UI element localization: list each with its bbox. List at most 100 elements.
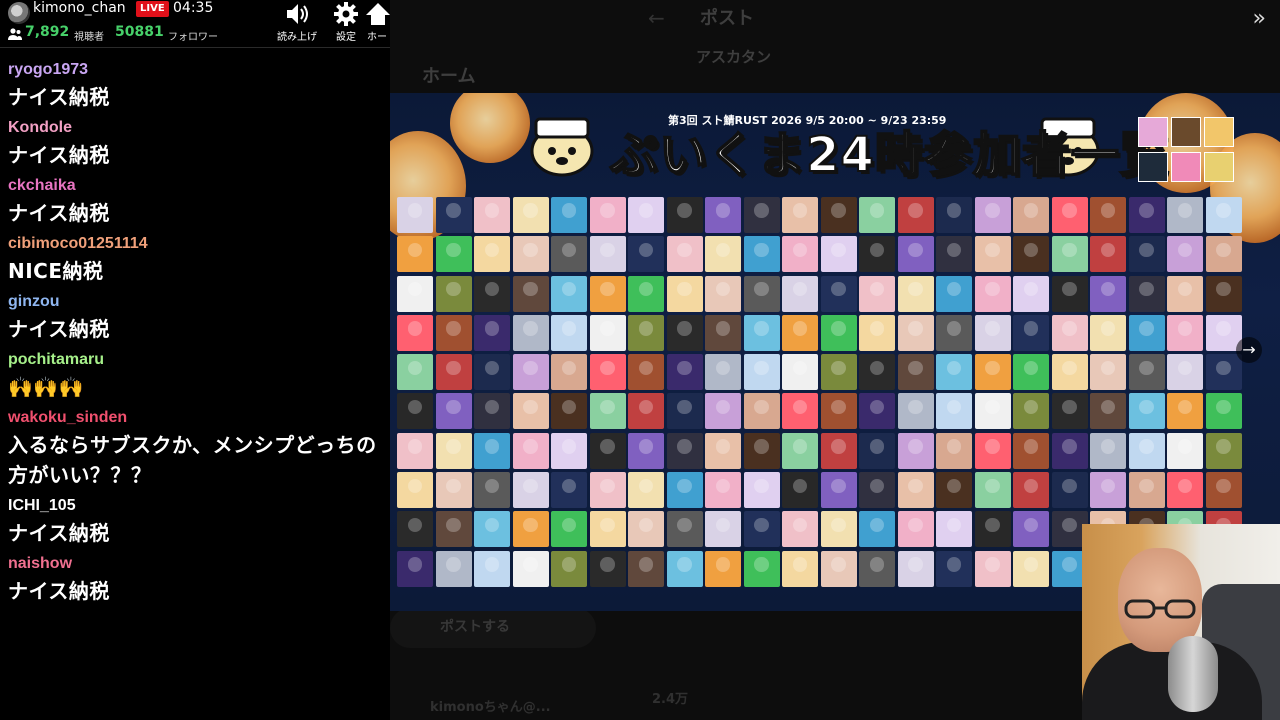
participant-avatar <box>936 432 972 469</box>
participant-avatar <box>897 197 934 233</box>
post-page-title: ポスト <box>700 8 754 29</box>
chat-username[interactable]: naishow <box>8 552 384 576</box>
participant-avatar <box>859 511 895 548</box>
participant-avatar <box>897 236 934 273</box>
participant-avatar <box>1090 275 1126 312</box>
next-image-arrow-icon[interactable]: → <box>1236 337 1262 363</box>
participant-avatar <box>974 314 1011 351</box>
chat-text: ナイス納税 <box>8 521 110 545</box>
participant-avatar <box>705 550 741 587</box>
participant-avatar <box>551 511 587 548</box>
chat-message: ginzou ナイス納税 <box>8 290 384 344</box>
participant-avatar <box>666 354 703 391</box>
participant-avatar <box>974 432 1011 469</box>
chat-header: kimono_chan LIVE 04:35 7,892 視聴者 50881 フ… <box>0 0 390 48</box>
participant-avatar <box>1090 354 1126 391</box>
webcam-overlay <box>1082 524 1280 720</box>
participant-avatar <box>782 393 818 430</box>
chat-username[interactable]: wakoku_sinden <box>8 406 384 430</box>
chat-username[interactable]: cibimoco01251114 <box>8 232 384 256</box>
participant-avatar <box>435 354 472 391</box>
participant-avatar <box>666 314 703 351</box>
participant-avatar <box>1051 393 1088 430</box>
participant-avatar <box>743 511 780 548</box>
read-aloud-label: 読み上げ <box>277 32 317 43</box>
featured-thumbnails <box>1138 117 1234 183</box>
chat-username[interactable]: Kondole <box>8 116 384 140</box>
chat-text: 入るならサブスクか、メンシプどっちの方がいい？？？ <box>8 433 377 487</box>
chat-panel: kimono_chan LIVE 04:35 7,892 視聴者 50881 フ… <box>0 0 390 720</box>
participant-avatar <box>743 236 780 273</box>
participant-avatar <box>1205 432 1242 469</box>
participant-avatar <box>474 354 510 391</box>
participant-avatar <box>1090 197 1126 233</box>
participant-avatar <box>743 550 780 587</box>
participant-avatar <box>474 550 510 587</box>
participant-avatar <box>782 432 818 469</box>
participant-avatar <box>1128 236 1165 273</box>
participant-avatar <box>1205 354 1242 391</box>
participant-avatar <box>551 550 587 587</box>
participant-avatar <box>1090 314 1126 351</box>
participant-avatar <box>936 275 972 312</box>
chat-username[interactable]: ICHI_105 <box>8 494 384 518</box>
settings-button[interactable]: 設定 <box>323 0 369 46</box>
participant-avatar <box>820 511 857 548</box>
participant-avatar <box>512 511 549 548</box>
participant-avatar <box>1013 197 1049 233</box>
chat-username[interactable]: ckchaika <box>8 174 384 198</box>
participant-avatar <box>974 354 1011 391</box>
chat-message: wakoku_sinden 入るならサブスクか、メンシプどっちの方がいい？？？ <box>8 406 384 490</box>
participant-avatar <box>1013 275 1049 312</box>
chat-username[interactable]: ginzou <box>8 290 384 314</box>
participant-avatar <box>1013 472 1049 509</box>
participant-avatar <box>628 314 664 351</box>
participant-avatar <box>1051 314 1088 351</box>
participant-avatar <box>859 197 895 233</box>
participant-avatar <box>1128 472 1165 509</box>
participant-avatar <box>897 314 934 351</box>
chat-message: naishow ナイス納税 <box>8 552 384 606</box>
participant-avatar <box>1090 432 1126 469</box>
chat-message: ckchaika ナイス納税 <box>8 174 384 228</box>
chat-message-list[interactable]: ryogo1973 ナイス納税 Kondole ナイス納税 ckchaika ナイス納税 c… <box>8 58 384 610</box>
follower-label: フォロワー <box>168 32 218 43</box>
channel-avatar[interactable] <box>8 2 30 24</box>
participant-avatar <box>705 393 741 430</box>
participant-avatar <box>936 354 972 391</box>
participant-avatar <box>474 314 510 351</box>
participant-avatar <box>782 236 818 273</box>
chat-message: Kondole ナイス納税 <box>8 116 384 170</box>
participant-avatar <box>1051 432 1088 469</box>
participant-avatar <box>820 393 857 430</box>
gear-icon <box>334 2 358 26</box>
featured-thumb <box>1204 151 1234 182</box>
post-author-name[interactable]: アスカタン <box>696 46 771 67</box>
read-aloud-button[interactable]: 読み上げ <box>274 0 320 46</box>
participant-avatar <box>666 550 703 587</box>
participant-avatar <box>743 393 780 430</box>
participant-avatar <box>512 275 549 312</box>
participant-avatar <box>859 472 895 509</box>
nav-home-label[interactable]: ホーム <box>422 62 475 88</box>
participant-avatar <box>628 275 664 312</box>
participant-avatar <box>974 550 1011 587</box>
back-arrow-icon[interactable]: ← <box>648 6 665 30</box>
chat-username[interactable]: pochitamaru <box>8 348 384 372</box>
participant-avatar <box>666 236 703 273</box>
participant-avatar <box>628 511 664 548</box>
participant-avatar <box>936 197 972 233</box>
participant-avatar <box>435 197 472 233</box>
expand-panel-icon[interactable]: » <box>1253 6 1266 31</box>
participant-avatar <box>820 432 857 469</box>
chat-username[interactable]: ryogo1973 <box>8 58 384 82</box>
channel-name[interactable]: kimono_chan <box>33 0 126 16</box>
chat-message: ICHI_105 ナイス納税 <box>8 494 384 548</box>
participant-avatar <box>551 197 587 233</box>
home-button[interactable]: ホー <box>364 0 390 46</box>
participant-avatar <box>435 275 472 312</box>
participant-avatar <box>743 275 780 312</box>
participant-avatar <box>1167 236 1203 273</box>
participant-avatar <box>589 511 626 548</box>
participant-avatar <box>1128 197 1165 233</box>
